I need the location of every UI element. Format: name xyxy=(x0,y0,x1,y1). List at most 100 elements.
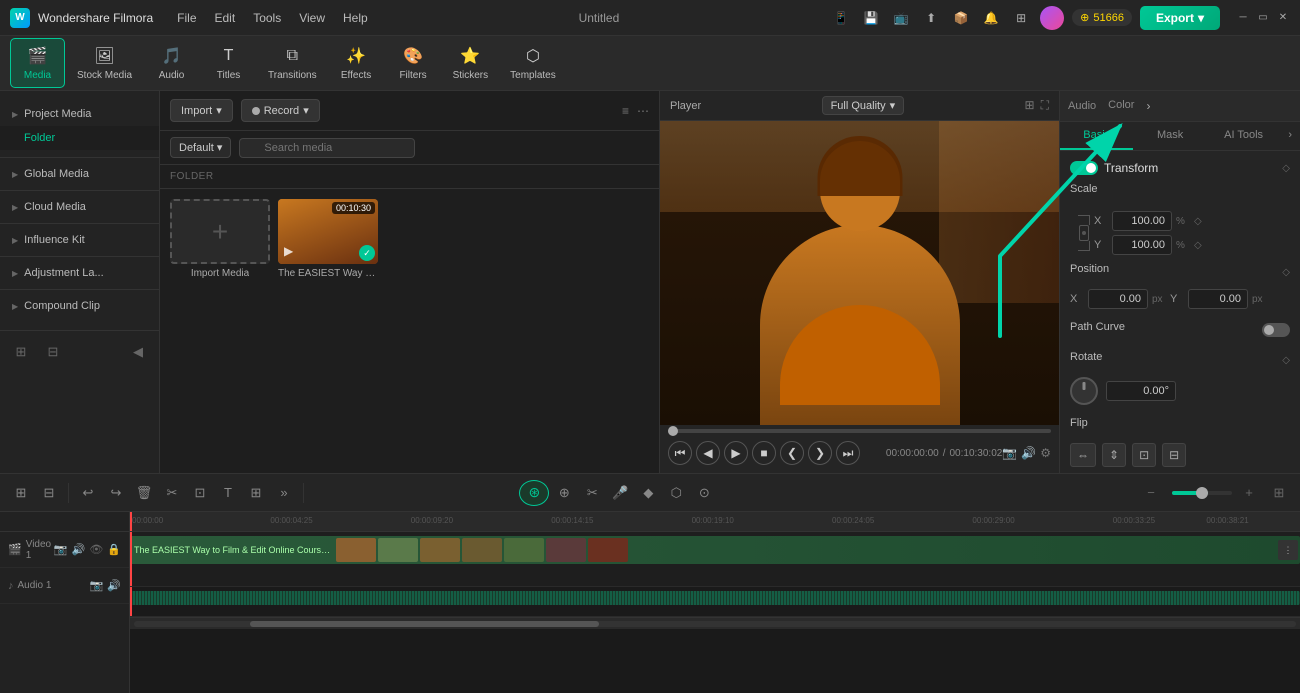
layout-view-icon[interactable]: ⊞ xyxy=(1266,480,1292,506)
close-button[interactable]: ✕ xyxy=(1276,11,1290,25)
scale-y-input[interactable] xyxy=(1112,235,1172,255)
step-back-button[interactable]: ⏮ xyxy=(668,441,692,465)
delete-button[interactable]: 🗑 xyxy=(131,480,157,506)
mark-out-button[interactable]: ❯ xyxy=(808,441,832,465)
tool-audio[interactable]: 🎵 Audio xyxy=(144,39,199,87)
clip-btn[interactable]: ⊙ xyxy=(691,480,717,506)
menu-edit[interactable]: Edit xyxy=(215,11,236,25)
track-lock-icon[interactable]: 🔒 xyxy=(107,543,121,556)
export-button[interactable]: Export ▾ xyxy=(1140,6,1220,30)
sidebar-item-cloud-media[interactable]: ▶ Cloud Media xyxy=(0,195,159,219)
more-timeline-icon[interactable]: » xyxy=(271,480,297,506)
default-view-button[interactable]: Default ▾ xyxy=(170,137,231,158)
menu-help[interactable]: Help xyxy=(343,11,368,25)
settings-icon[interactable]: 💾 xyxy=(860,7,882,29)
text-button[interactable]: T xyxy=(215,480,241,506)
lock-icon[interactable] xyxy=(1079,225,1089,241)
add-media-icon[interactable]: ⊞ xyxy=(8,339,34,365)
menu-file[interactable]: File xyxy=(177,11,196,25)
maximize-button[interactable]: ▭ xyxy=(1256,11,1270,25)
audio-camera-icon[interactable]: 📷 xyxy=(90,579,104,592)
sidebar-item-adjustment-layer[interactable]: ▶ Adjustment La... xyxy=(0,261,159,285)
cloud-icon[interactable]: 📺 xyxy=(890,7,912,29)
import-media-item[interactable]: + Import Media xyxy=(170,199,270,279)
color-btn[interactable]: ⬡ xyxy=(663,480,689,506)
split-btn[interactable]: ✂ xyxy=(579,480,605,506)
pos-x-input[interactable] xyxy=(1088,289,1148,309)
position-keyframe[interactable]: ◇ xyxy=(1282,267,1290,278)
scrollbar-thumb[interactable] xyxy=(250,621,599,627)
pos-y-input[interactable] xyxy=(1188,289,1248,309)
crop-button[interactable]: ⊡ xyxy=(187,480,213,506)
bell-icon[interactable]: 🔔 xyxy=(980,7,1002,29)
skip-button[interactable]: ⏭ xyxy=(836,441,860,465)
timeline-ungroup-icon[interactable]: ⊟ xyxy=(36,480,62,506)
scale-x-keyframe[interactable]: ◇ xyxy=(1194,216,1202,227)
profile-avatar[interactable] xyxy=(1040,6,1064,30)
history-icon[interactable]: 📦 xyxy=(950,7,972,29)
resize-button[interactable]: ⊞ xyxy=(243,480,269,506)
import-button[interactable]: Import ▾ xyxy=(170,99,233,122)
audio-btn[interactable]: 🎤 xyxy=(607,480,633,506)
clip-options-icon[interactable]: ⋮ xyxy=(1278,540,1298,560)
record-button[interactable]: Record ▾ xyxy=(241,99,320,122)
tool-transitions[interactable]: ⧉ Transitions xyxy=(258,39,327,87)
menu-view[interactable]: View xyxy=(299,11,325,25)
rotate-input[interactable] xyxy=(1106,381,1176,401)
keyframe-btn[interactable]: ◆ xyxy=(635,480,661,506)
tool-stock[interactable]: 🖼 Stock Media xyxy=(67,39,142,87)
quality-select[interactable]: Full Quality ▾ xyxy=(822,96,905,115)
layout-grid-icon[interactable]: ⊞ xyxy=(1025,98,1035,113)
rotate-keyframe[interactable]: ◇ xyxy=(1282,355,1290,366)
undo-button[interactable]: ↩ xyxy=(75,480,101,506)
flip-horizontal-button[interactable]: ⇔ xyxy=(1070,443,1096,467)
camera-snapshot-icon[interactable]: 📷 xyxy=(1002,446,1017,460)
audio-toggle-icon[interactable]: 🔊 xyxy=(1021,446,1036,460)
tab-more-icon[interactable]: › xyxy=(1280,122,1300,150)
tool-media[interactable]: 🎬 Media xyxy=(10,38,65,88)
flip-btn-4[interactable]: ⊟ xyxy=(1162,443,1186,467)
redo-button[interactable]: ↪ xyxy=(103,480,129,506)
play-button[interactable]: ▶ xyxy=(724,441,748,465)
more-options-icon[interactable]: ⋯ xyxy=(637,104,649,118)
speed-btn[interactable]: ⊕ xyxy=(551,480,577,506)
frame-back-button[interactable]: ◀ xyxy=(696,441,720,465)
more-tabs-icon[interactable]: › xyxy=(1146,99,1150,113)
filter-icon[interactable]: ≡ xyxy=(622,104,629,118)
notification-icon[interactable]: 📱 xyxy=(830,7,852,29)
minimize-button[interactable]: ─ xyxy=(1236,11,1250,25)
audio-tab[interactable]: Audio xyxy=(1068,92,1096,120)
scale-x-input[interactable] xyxy=(1112,211,1172,231)
fullscreen-icon[interactable]: ⛶ xyxy=(1041,98,1049,113)
mark-in-button[interactable]: ❮ xyxy=(780,441,804,465)
tab-mask[interactable]: Mask xyxy=(1133,122,1206,150)
collapse-panel-icon[interactable]: ◀ xyxy=(125,339,151,365)
snap-toggle[interactable]: ⊛ xyxy=(519,480,549,506)
path-curve-toggle[interactable] xyxy=(1262,323,1290,337)
flip-vertical-button[interactable]: ⇕ xyxy=(1102,443,1126,467)
player-settings-icon[interactable]: ⚙ xyxy=(1040,446,1051,460)
tool-stickers[interactable]: ⭐ Stickers xyxy=(443,39,499,87)
track-eye-icon[interactable]: 👁 xyxy=(89,543,103,556)
sidebar-item-influence-kit[interactable]: ▶ Influence Kit xyxy=(0,228,159,252)
color-tab[interactable]: Color xyxy=(1108,91,1134,121)
sidebar-item-compound-clip[interactable]: ▶ Compound Clip xyxy=(0,294,159,318)
transform-keyframe-icon[interactable]: ◇ xyxy=(1282,163,1290,174)
tab-basic[interactable]: Basic xyxy=(1060,122,1133,150)
tool-effects[interactable]: ✨ Effects xyxy=(329,39,384,87)
share-icon[interactable]: ⬆ xyxy=(920,7,942,29)
tab-ai-tools[interactable]: AI Tools xyxy=(1207,122,1280,150)
zoom-in-icon[interactable]: + xyxy=(1236,480,1262,506)
menu-tools[interactable]: Tools xyxy=(253,11,281,25)
tool-filters[interactable]: 🎨 Filters xyxy=(386,39,441,87)
zoom-out-icon[interactable]: − xyxy=(1138,480,1164,506)
speed-bar[interactable] xyxy=(1172,491,1232,495)
video-track-clips[interactable]: The EASIEST Way to Film & Edit Online Co… xyxy=(130,532,1300,587)
search-input[interactable] xyxy=(239,138,415,158)
grid-icon[interactable]: ⊞ xyxy=(1010,7,1032,29)
audio-track-clips[interactable] xyxy=(130,587,1300,617)
sidebar-item-project-media[interactable]: ▶ Project Media xyxy=(0,102,159,126)
track-camera-icon[interactable]: 📷 xyxy=(54,543,68,556)
track-audio-icon[interactable]: 🔊 xyxy=(72,543,86,556)
timeline-group-icon[interactable]: ⊞ xyxy=(8,480,34,506)
